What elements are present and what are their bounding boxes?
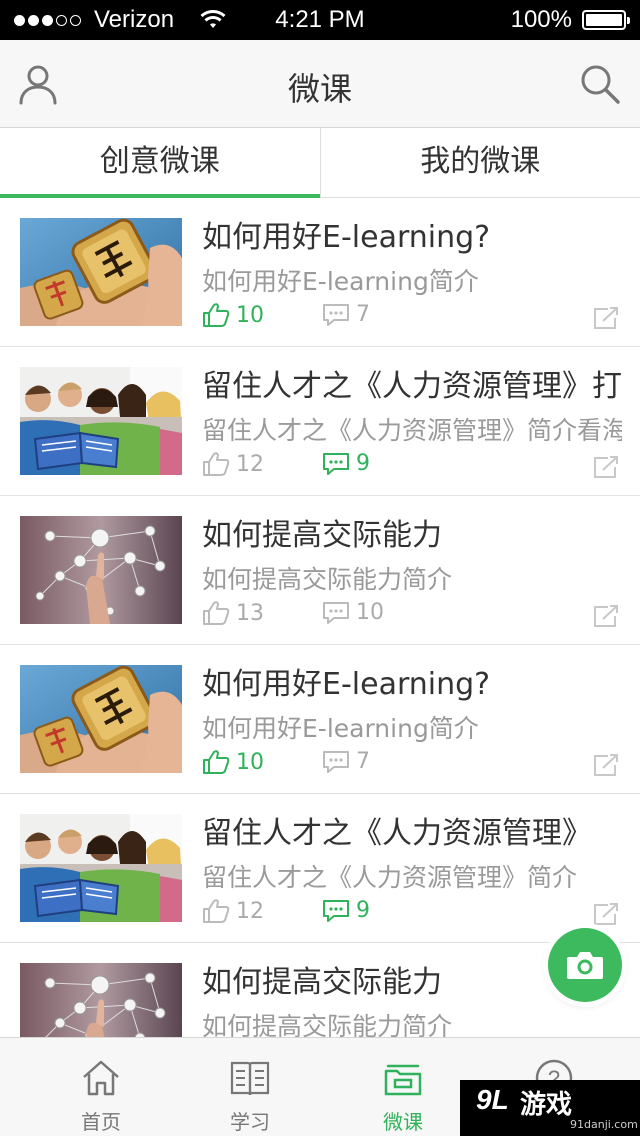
course-list-item[interactable]: 如何用好E-learning? 如何用好E-learning简介 10 7	[0, 645, 640, 794]
course-title: 如何提高交际能力	[202, 518, 442, 553]
thumbs-up-icon	[203, 303, 230, 327]
course-list: 如何用好E-learning? 如何用好E-learning简介 10 7 留住人才之《…	[0, 198, 640, 1037]
like-count: 10	[236, 749, 264, 775]
tab-my-microcourses[interactable]: 我的微课	[319, 128, 640, 197]
course-title: 如何用好E-learning?	[202, 220, 491, 255]
course-thumbnail	[20, 516, 182, 624]
comment-button[interactable]: 7	[322, 749, 370, 774]
course-list-item[interactable]: 留住人才之《人力资源管理》留住人才之《人力资源管理》简介 12 9	[0, 794, 640, 943]
comment-icon	[323, 750, 349, 773]
course-thumbnail	[20, 665, 182, 773]
like-count: 12	[236, 898, 264, 924]
like-count: 10	[236, 302, 264, 328]
course-thumbnail	[20, 814, 182, 922]
watermark-url: 91danji.com	[570, 1118, 638, 1131]
course-thumbnail	[20, 963, 182, 1037]
course-thumbnail	[20, 218, 182, 326]
tabbar-item-study[interactable]: 学习	[180, 1038, 320, 1136]
folder-icon	[384, 1064, 422, 1096]
battery-icon	[582, 10, 630, 30]
like-button[interactable]: 10	[202, 749, 264, 775]
comment-icon	[323, 452, 349, 475]
course-thumbnail	[20, 367, 182, 475]
course-description: 如何用好E-learning简介	[202, 714, 479, 743]
tabbar-label: 微课	[383, 1110, 423, 1134]
share-icon[interactable]	[592, 455, 620, 479]
thumbs-up-icon	[203, 899, 230, 923]
course-description: 如何用好E-learning简介	[202, 267, 479, 296]
like-button[interactable]: 12	[202, 451, 264, 477]
battery-percent: 100%	[510, 6, 572, 33]
course-list-item[interactable]: 如何提高交际能力 如何提高交际能力简介	[0, 943, 640, 1037]
course-list-item[interactable]: 如何用好E-learning? 如何用好E-learning简介 10 7	[0, 198, 640, 347]
course-list-item[interactable]: 如何提高交际能力如何提高交际能力简介 13 10	[0, 496, 640, 645]
course-description: 如何提高交际能力简介	[202, 565, 453, 594]
course-title: 如何用好E-learning?	[202, 667, 491, 702]
watermark-text: 游戏	[520, 1090, 573, 1120]
tab-creative-microcourses[interactable]: 创意微课	[0, 128, 320, 198]
comment-count: 7	[356, 749, 370, 774]
like-button[interactable]: 12	[202, 898, 264, 924]
camera-icon	[567, 952, 603, 979]
share-icon[interactable]	[592, 306, 620, 330]
segment-tabs: 创意微课 我的微课	[0, 128, 640, 198]
comment-icon	[323, 899, 349, 922]
watermark-logo: 9L	[476, 1084, 509, 1115]
comment-icon	[323, 601, 349, 624]
course-title: 留住人才之《人力资源管理》	[202, 816, 592, 851]
comment-button[interactable]: 7	[322, 302, 370, 327]
thumbs-up-icon	[203, 452, 230, 476]
course-description: 留住人才之《人力资源管理》简介看海	[202, 416, 622, 445]
like-count: 13	[236, 600, 264, 626]
course-list-item[interactable]: 留住人才之《人力资源管理》打留住人才之《人力资源管理》简介看海 12 9	[0, 347, 640, 496]
comment-button[interactable]: 9	[322, 898, 370, 923]
page-title: 微课	[287, 70, 352, 108]
share-icon[interactable]	[592, 604, 620, 628]
tabbar-item-microcourse[interactable]: 微课	[333, 1038, 473, 1136]
course-description: 留住人才之《人力资源管理》简介	[202, 863, 578, 892]
book-icon	[230, 1061, 270, 1096]
navigation-bar: 微课	[0, 40, 640, 128]
comment-count: 9	[356, 898, 370, 923]
comment-count: 10	[356, 600, 384, 625]
like-button[interactable]: 13	[202, 600, 264, 626]
camera-button[interactable]	[548, 928, 622, 1002]
tabbar-label: 学习	[230, 1110, 270, 1134]
comment-count: 9	[356, 451, 370, 476]
comment-icon	[323, 303, 349, 326]
status-bar: Verizon 4:21 PM 100%	[0, 0, 640, 40]
share-icon[interactable]	[592, 753, 620, 777]
home-icon	[83, 1060, 119, 1096]
like-button[interactable]: 10	[202, 302, 264, 328]
tabbar-item-home[interactable]: 首页	[31, 1038, 171, 1136]
course-description: 如何提高交际能力简介	[202, 1012, 453, 1037]
share-icon[interactable]	[592, 902, 620, 926]
battery-status: 100%	[510, 0, 630, 40]
search-icon[interactable]	[578, 62, 622, 106]
comment-button[interactable]: 9	[322, 451, 370, 476]
thumbs-up-icon	[203, 750, 230, 774]
tabbar-label: 首页	[81, 1110, 121, 1134]
thumbs-up-icon	[203, 601, 230, 625]
comment-button[interactable]: 10	[322, 600, 384, 625]
site-watermark: 9L 游戏 91danji.com	[460, 1080, 640, 1136]
like-count: 12	[236, 451, 264, 477]
comment-count: 7	[356, 302, 370, 327]
course-title: 留住人才之《人力资源管理》打	[202, 369, 622, 404]
